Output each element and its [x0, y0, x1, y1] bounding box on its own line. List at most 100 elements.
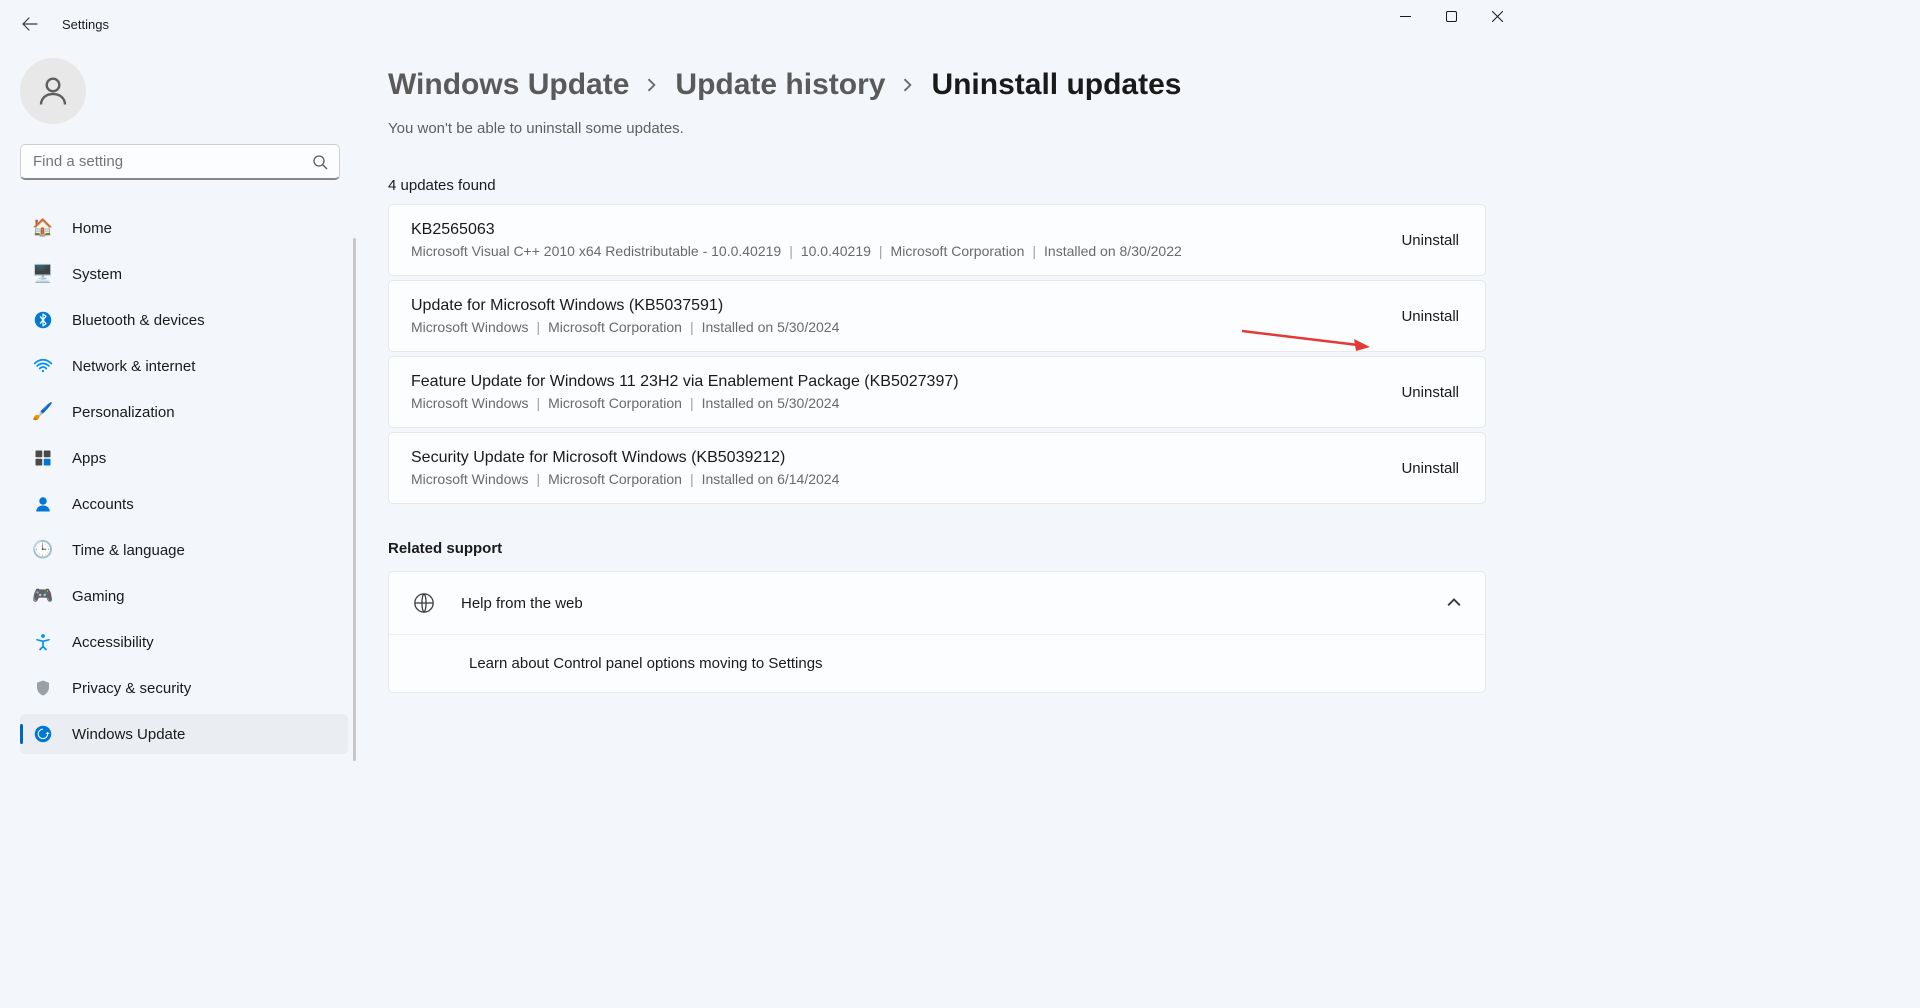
bluetooth-icon: [32, 309, 54, 331]
update-meta-part: Installed on 5/30/2024: [702, 319, 840, 335]
breadcrumb-item[interactable]: Windows Update: [388, 68, 629, 102]
nav-time-language[interactable]: 🕒Time & language: [20, 530, 348, 570]
search-box: [20, 144, 340, 180]
close-button[interactable]: [1474, 0, 1520, 32]
help-link[interactable]: Learn about Control panel options moving…: [389, 634, 1485, 692]
nav-apps[interactable]: Apps: [20, 438, 348, 478]
update-meta-part: Microsoft Corporation: [548, 395, 682, 411]
update-meta-part: Microsoft Corporation: [548, 319, 682, 335]
update-info: Security Update for Microsoft Windows (K…: [411, 449, 839, 487]
nav-label: Time & language: [72, 542, 185, 559]
update-meta-part: Microsoft Windows: [411, 471, 528, 487]
update-meta: Microsoft Visual C++ 2010 x64 Redistribu…: [411, 243, 1182, 259]
breadcrumb-current: Uninstall updates: [931, 68, 1181, 102]
update-title: KB2565063: [411, 221, 1182, 239]
nav-label: Accessibility: [72, 634, 154, 651]
nav-label: Gaming: [72, 588, 125, 605]
minimize-icon: [1400, 11, 1411, 22]
update-card: Update for Microsoft Windows (KB5037591)…: [388, 280, 1486, 352]
nav-label: Accounts: [72, 496, 134, 513]
nav-home[interactable]: 🏠 Home: [20, 208, 348, 248]
profile-area[interactable]: [20, 58, 348, 124]
window-controls: [1382, 0, 1520, 32]
globe-icon: [413, 592, 437, 614]
nav-list: 🏠 Home 🖥️ System Bluetooth & devices Netwo…: [20, 208, 348, 754]
back-button[interactable]: [20, 14, 40, 34]
minimize-button[interactable]: [1382, 0, 1428, 32]
chevron-up-icon: [1447, 596, 1461, 610]
update-meta: Microsoft Windows | Microsoft Corporation |…: [411, 471, 839, 487]
uninstall-button[interactable]: Uninstall: [1397, 302, 1463, 331]
nav-label: Network & internet: [72, 358, 195, 375]
arrow-left-icon: [22, 16, 38, 32]
update-title: Update for Microsoft Windows (KB5037591): [411, 297, 839, 315]
maximize-icon: [1446, 11, 1457, 22]
title-bar: Settings: [0, 0, 1520, 48]
nav-privacy[interactable]: Privacy & security: [20, 668, 348, 708]
nav-system[interactable]: 🖥️ System: [20, 254, 348, 294]
chevron-right-icon: [645, 78, 659, 92]
close-icon: [1492, 11, 1503, 22]
person-icon: [35, 73, 71, 109]
nav-label: System: [72, 266, 122, 283]
home-icon: 🏠: [32, 217, 54, 239]
separator: |: [879, 243, 883, 259]
breadcrumb: Windows Update Update history Uninstall …: [388, 68, 1486, 102]
accessibility-icon: [32, 631, 54, 653]
page-subtitle: You won't be able to uninstall some upda…: [388, 120, 1486, 137]
separator: |: [690, 395, 694, 411]
uninstall-button[interactable]: Uninstall: [1397, 378, 1463, 407]
update-icon: [32, 723, 54, 745]
help-card: Help from the web Learn about Control pa…: [388, 571, 1486, 693]
separator: |: [536, 471, 540, 487]
nav-label: Windows Update: [72, 726, 185, 743]
related-support-heading: Related support: [388, 540, 1486, 557]
maximize-button[interactable]: [1428, 0, 1474, 32]
update-meta-part: Microsoft Corporation: [891, 243, 1025, 259]
nav-gaming[interactable]: 🎮Gaming: [20, 576, 348, 616]
app-title: Settings: [62, 17, 109, 32]
separator: |: [690, 471, 694, 487]
update-card: Feature Update for Windows 11 23H2 via E…: [388, 356, 1486, 428]
update-card: KB2565063 Microsoft Visual C++ 2010 x64 R…: [388, 204, 1486, 276]
help-card-header[interactable]: Help from the web: [389, 572, 1485, 634]
nav-bluetooth[interactable]: Bluetooth & devices: [20, 300, 348, 340]
nav-label: Privacy & security: [72, 680, 191, 697]
updates-count: 4 updates found: [388, 177, 1486, 194]
separator: |: [536, 319, 540, 335]
update-card: Security Update for Microsoft Windows (K…: [388, 432, 1486, 504]
update-info: KB2565063 Microsoft Visual C++ 2010 x64 R…: [411, 221, 1182, 259]
breadcrumb-item[interactable]: Update history: [675, 68, 885, 102]
nav-accounts[interactable]: Accounts: [20, 484, 348, 524]
nav-label: Home: [72, 220, 112, 237]
shield-icon: [32, 677, 54, 699]
separator: |: [536, 395, 540, 411]
sidebar: 🏠 Home 🖥️ System Bluetooth & devices Netwo…: [0, 48, 360, 791]
update-title: Security Update for Microsoft Windows (K…: [411, 449, 839, 467]
nav-label: Bluetooth & devices: [72, 312, 205, 329]
update-meta-part: Microsoft Windows: [411, 395, 528, 411]
update-meta-part: Installed on 5/30/2024: [702, 395, 840, 411]
system-icon: 🖥️: [32, 263, 54, 285]
sidebar-scrollbar[interactable]: [353, 238, 356, 761]
nav-label: Personalization: [72, 404, 175, 421]
brush-icon: 🖌️: [32, 401, 54, 423]
updates-list: KB2565063 Microsoft Visual C++ 2010 x64 R…: [388, 204, 1486, 504]
update-title: Feature Update for Windows 11 23H2 via E…: [411, 373, 959, 391]
nav-accessibility[interactable]: Accessibility: [20, 622, 348, 662]
update-meta: Microsoft Windows|Microsoft Corporation|…: [411, 319, 839, 335]
wifi-icon: [32, 355, 54, 377]
content-area: Windows Update Update history Uninstall …: [360, 48, 1520, 791]
search-input[interactable]: [20, 144, 340, 180]
uninstall-button[interactable]: Uninstall: [1397, 226, 1463, 255]
separator: |: [690, 319, 694, 335]
uninstall-button[interactable]: Uninstall: [1397, 454, 1463, 483]
search-icon: [312, 154, 328, 170]
nav-network[interactable]: Network & internet: [20, 346, 348, 386]
update-meta-part: Microsoft Corporation: [548, 471, 682, 487]
separator: |: [1032, 243, 1036, 259]
nav-personalization[interactable]: 🖌️ Personalization: [20, 392, 348, 432]
nav-windows-update[interactable]: Windows Update: [20, 714, 348, 754]
update-meta-part: 10.0.40219: [801, 243, 871, 259]
update-info: Update for Microsoft Windows (KB5037591)…: [411, 297, 839, 335]
